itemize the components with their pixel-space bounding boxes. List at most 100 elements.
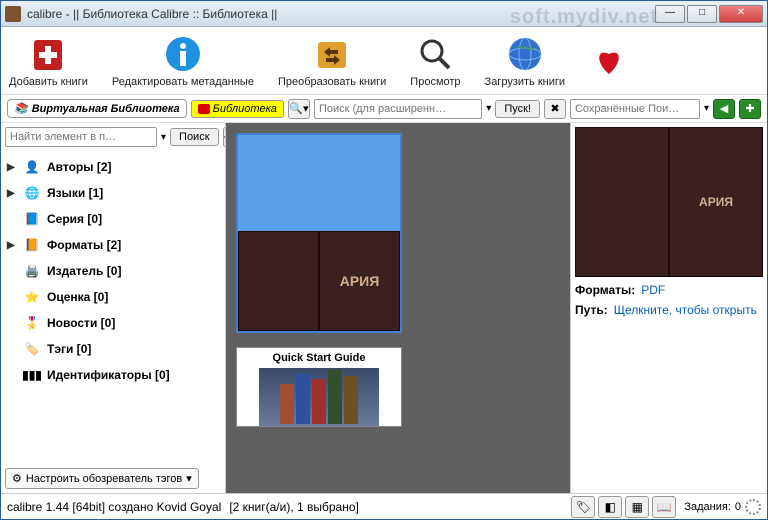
category-tags[interactable]: 🏷️Тэги [0] [5,337,221,361]
category-series[interactable]: 📘 Серия [0] [5,207,221,231]
format-icon: 📙 [23,236,41,254]
person-icon: 👤 [23,158,41,176]
library-badge[interactable]: Библиотека [191,100,284,118]
layout-grid-button[interactable]: ▦ [625,496,649,518]
cover-right: АРИЯ [319,231,400,331]
tag-browser-config-button[interactable]: ⚙ Настроить обозреватель тэгов ▾ [5,468,199,489]
category-publisher[interactable]: 🖨️ Издатель [0] [5,259,221,283]
category-label: Новости [0] [47,316,115,330]
app-icon [5,6,21,22]
category-label: Форматы [2] [47,238,121,252]
category-label: Авторы [2] [47,160,112,174]
close-button[interactable]: ✕ [719,5,763,23]
binoculars-button[interactable]: 🔍▾ [288,99,310,119]
chevron-right-icon: ▶ [7,188,17,199]
formats-link[interactable]: PDF [641,283,665,297]
news-icon: 🎖️ [23,314,41,332]
layout-detail-button[interactable]: 📖 [652,496,676,518]
donate-button[interactable] [589,40,629,82]
window-title: calibre - || Библиотека Calibre :: Библи… [27,7,655,21]
category-news[interactable]: 🎖️ Новости [0] [5,311,221,335]
add-books-icon [28,34,68,74]
convert-books-label: Преобразовать книги [278,76,386,88]
virtual-library-label: Виртуальная Библиотека [32,103,180,115]
virtual-library-button[interactable]: 📚 Виртуальная Библиотека [7,99,187,118]
detail-cover-left [575,127,669,277]
category-label: Серия [0] [47,212,102,226]
find-button[interactable]: Поиск [170,128,218,146]
detail-cover-right: АРИЯ [669,127,763,277]
minimize-button[interactable]: — [655,5,685,23]
category-list: ▶ 👤 Авторы [2] ▶ 🌐 Языки [1] 📘 Серия [0] ▶ 📙 Фо… [5,155,221,387]
detail-cover-image[interactable]: АРИЯ [575,127,763,277]
category-label: Идентификаторы [0] [47,368,170,382]
category-label: Издатель [0] [47,264,121,278]
library-label: Библиотека [213,103,277,115]
cover-left [238,231,319,331]
convert-books-button[interactable]: Преобразовать книги [278,34,386,88]
edit-metadata-label: Редактировать метаданные [112,76,254,88]
globe-icon [505,34,545,74]
category-languages[interactable]: ▶ 🌐 Языки [1] [5,181,221,205]
search-go-button[interactable]: Пуск! [495,100,540,118]
book-grid: АРИЯ Quick Start Guide [225,123,571,493]
fetch-news-button[interactable]: Загрузить книги [485,34,565,88]
saved-search-input[interactable] [570,99,700,119]
info-icon [163,34,203,74]
path-link[interactable]: Щелкните, чтобы открыть [614,303,757,317]
book-icon: 📘 [23,210,41,228]
saved-search-dropdown-icon[interactable]: ▾ [704,103,709,114]
apply-saved-search-button[interactable]: ◀ [713,99,735,119]
find-dropdown-icon[interactable]: ▾ [161,132,166,143]
search-input[interactable] [314,99,482,119]
view-label: Просмотр [410,76,460,88]
chevron-right-icon: ▶ [7,240,17,251]
books-icon: 📚 [14,102,28,115]
category-label: Языки [1] [47,186,103,200]
edit-metadata-button[interactable]: Редактировать метаданные [112,34,254,88]
book-item-quickstart[interactable]: Quick Start Guide [236,347,402,427]
save-search-button[interactable]: ✚ [739,99,761,119]
globe-small-icon: 🌐 [23,184,41,202]
maximize-button[interactable]: □ [687,5,717,23]
book-cover-image: АРИЯ [238,231,400,331]
layout-tag-button[interactable]: 🏷 [571,496,595,518]
jobs-count: 0 [735,501,741,513]
layout-cover-button[interactable]: ◧ [598,496,622,518]
chevron-right-icon: ▶ [7,162,17,173]
chevron-down-icon: ▾ [186,472,192,485]
heart-icon [589,40,629,80]
tag-icon: 🏷️ [23,340,41,358]
clear-search-button[interactable]: ✖ [544,99,566,119]
category-identifiers[interactable]: ▮▮▮Идентификаторы [0] [5,363,221,387]
find-item-input[interactable] [5,127,157,147]
book-item-selected[interactable]: АРИЯ [236,133,402,333]
version-text: calibre 1.44 [64bit] создано Kovid Goyal [7,500,221,514]
main-toolbar: Добавить книги Редактировать метаданные … [1,27,767,95]
gear-icon: ⚙ [12,472,22,485]
jobs-indicator[interactable]: Задания: 0 [684,499,761,515]
publisher-icon: 🖨️ [23,262,41,280]
convert-icon [312,34,352,74]
category-label: Оценка [0] [47,290,108,304]
quickstart-title: Quick Start Guide [273,352,366,364]
add-books-label: Добавить книги [9,76,88,88]
tag-browser-sidebar: ▾ Поиск - ▶👤Авторы [2] ▶🌐Языки [1] 📘Сери… [1,123,225,493]
search-dropdown-icon[interactable]: ▾ [486,103,491,114]
statusbar: calibre 1.44 [64bit] создано Kovid Goyal… [1,493,767,519]
spinner-icon [745,499,761,515]
fetch-news-label: Загрузить книги [485,76,565,88]
category-authors[interactable]: ▶ 👤 Авторы [2] [5,155,221,179]
category-rating[interactable]: ⭐Оценка [0] [5,285,221,309]
details-pane: АРИЯ Форматы: PDF Путь: Щелкните, чтобы … [571,123,767,493]
tag-config-label: Настроить обозреватель тэгов [26,473,182,485]
quickstart-cover [259,368,379,426]
path-label: Путь: [575,303,608,317]
jobs-label: Задания: [684,501,731,513]
book-count-text: [2 книг(а/и), 1 выбрано] [229,500,563,514]
add-books-button[interactable]: Добавить книги [9,34,88,88]
category-formats[interactable]: ▶ 📙 Форматы [2] [5,233,221,257]
titlebar: calibre - || Библиотека Calibre :: Библи… [1,1,767,27]
formats-label: Форматы: [575,283,635,297]
view-button[interactable]: Просмотр [410,34,460,88]
